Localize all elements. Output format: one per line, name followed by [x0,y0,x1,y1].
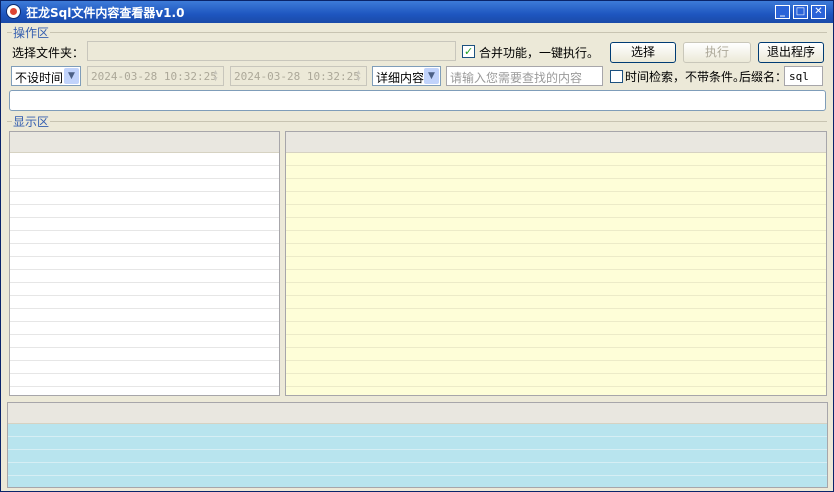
chevron-down-icon[interactable]: ▼ [64,68,79,84]
title-bar[interactable]: 狂龙Sql文件内容查看器v1.0 _ □ ✕ [1,1,833,23]
suffix-value: sql [789,70,809,83]
log-list-header [8,403,827,424]
content-list-header [286,132,826,153]
end-time-picker[interactable]: 2024-03-28 10:32:25 ▲ ▼ [230,66,367,86]
suffix-input[interactable]: sql [784,66,823,86]
folder-label: 选择文件夹： [12,46,85,60]
merge-checkbox[interactable]: ✓ [462,45,475,58]
status-field[interactable] [9,90,826,111]
app-icon [6,4,21,19]
log-list[interactable] [7,402,828,488]
folder-path-field[interactable] [87,41,456,61]
display-group-label: 显示区 [12,113,51,130]
start-time-picker[interactable]: 2024-03-28 10:32:25 ▲ ▼ [87,66,224,86]
file-list-rows[interactable] [10,153,279,395]
run-button[interactable]: 执行 [683,42,751,63]
select-button[interactable]: 选择 [610,42,676,63]
ops-group-label: 操作区 [12,24,51,41]
time-search-label: 时间检索，不带条件。 [625,70,746,84]
time-search-checkbox[interactable] [610,70,623,83]
maximize-button[interactable]: □ [793,5,808,19]
main-window: 狂龙Sql文件内容查看器v1.0 _ □ ✕ 操作区 选择文件夹： ✓ 合并功能… [0,0,834,492]
window-title: 狂龙Sql文件内容查看器v1.0 [26,6,185,20]
content-list-rows[interactable] [286,153,826,395]
search-input[interactable]: 请输入您需要查找的内容 [446,66,603,86]
time-mode-dropdown[interactable]: 不设时间 ▼ [11,66,81,86]
file-list-header [10,132,279,153]
close-button[interactable]: ✕ [811,5,826,19]
content-list[interactable] [285,131,827,396]
content-mode-dropdown[interactable]: 详细内容 ▼ [372,66,441,86]
display-group-border [7,121,827,122]
start-time-value: 2024-03-28 10:32:25 [91,70,217,83]
ops-group-border [7,32,827,33]
chevron-down-icon[interactable]: ▼ [424,68,439,84]
merge-label: 合并功能，一键执行。 [479,46,600,60]
content-mode-value: 详细内容 [376,71,425,85]
exit-button[interactable]: 退出程序 [758,42,824,63]
suffix-label: 后缀名： [739,70,788,84]
spin-arrows-icon[interactable]: ▲ ▼ [211,69,220,83]
check-icon: ✓ [464,45,474,58]
time-mode-value: 不设时间 [15,71,64,85]
end-time-value: 2024-03-28 10:32:25 [234,70,360,83]
file-list[interactable] [9,131,280,396]
log-list-rows[interactable] [8,424,827,487]
minimize-button[interactable]: _ [775,5,790,19]
search-placeholder: 请输入您需要查找的内容 [450,71,583,85]
spin-arrows-icon[interactable]: ▲ ▼ [354,69,363,83]
